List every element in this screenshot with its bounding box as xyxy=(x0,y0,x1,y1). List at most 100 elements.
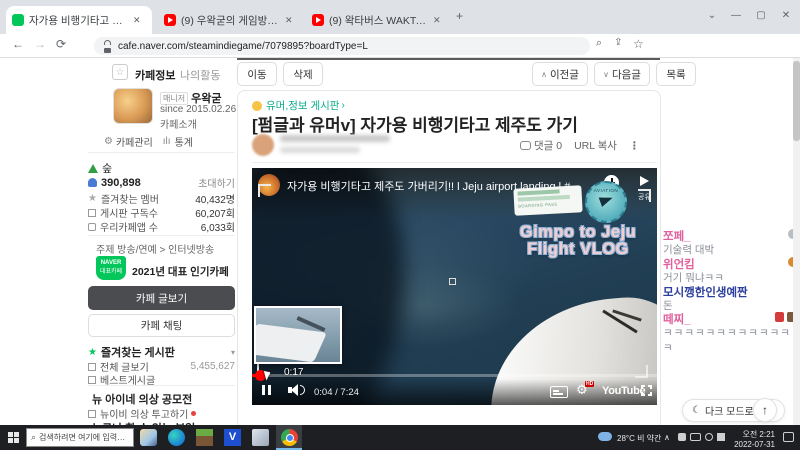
browser-address-bar: ← → ⟳ cafe.naver.com/steamindiegame/7079… xyxy=(0,34,800,88)
tray-ime-icon[interactable] xyxy=(717,433,725,441)
youtube-player[interactable]: 자가용 비행기타고 제주도 가버리기!! l Jeju airport land… xyxy=(252,168,657,405)
favorite-boards-header[interactable]: 즐겨찾는 게시판 xyxy=(101,344,175,360)
zoom-icon[interactable]: ⌕ xyxy=(596,37,602,50)
tab-search-icon[interactable]: ⌄ xyxy=(700,0,724,30)
scroll-to-top-button[interactable]: ↑ xyxy=(753,398,777,422)
new-badge xyxy=(191,411,197,416)
sidebar-tab-my-activity[interactable]: 나의활동 xyxy=(180,67,220,83)
back-icon[interactable]: ← xyxy=(12,37,24,51)
tray-keyboard-icon[interactable] xyxy=(690,433,701,441)
manager-badge: 매니저 xyxy=(160,91,189,105)
video-progress-track[interactable] xyxy=(252,374,657,377)
moon-icon: ☾ xyxy=(692,405,701,416)
chevron-down-icon: ∨ xyxy=(603,69,609,79)
tray-icon[interactable] xyxy=(705,433,713,441)
video-time: 0:04 / 7:24 xyxy=(314,387,359,398)
taskbar-weather[interactable]: 28°C 비 약간 xyxy=(617,433,661,444)
cafe-manage-link[interactable]: 카페관리 xyxy=(116,134,153,149)
invite-link[interactable]: 초대하기 xyxy=(198,175,235,190)
prev-post-button[interactable]: ∧ 이전글 xyxy=(532,62,588,86)
screen: 자가용 비행기타고 제주도 가기 ✕ (9) 우왁굳의 게임방송 - YouTu… xyxy=(0,0,800,450)
cafe-favorite-star-button[interactable]: ☆ xyxy=(112,64,128,80)
section-costume-contest[interactable]: 뉴 아이네 의상 공모전 xyxy=(92,391,192,407)
taskbar-search-box[interactable]: ⌕ 검색하려면 여기에 입력하십시오 xyxy=(26,428,134,447)
taskbar-wakmulwon-icon[interactable] xyxy=(140,429,157,446)
taskbar-folder-icon[interactable] xyxy=(252,429,269,446)
maximize-button[interactable]: ▢ xyxy=(749,0,773,30)
share-icon[interactable]: ⇪ xyxy=(614,37,622,48)
tab-title: (9) 우왁굳의 게임방송 - YouTub xyxy=(181,14,281,27)
tab-cafe[interactable]: 자가용 비행기타고 제주도 가기 ✕ xyxy=(6,6,152,34)
cafe-profile-image[interactable] xyxy=(113,88,153,124)
tab-close-icon[interactable]: ✕ xyxy=(433,15,441,26)
stat-value: 6,033회 xyxy=(200,223,235,234)
pause-icon[interactable] xyxy=(262,385,265,395)
chat-username: 모시깽한인생예짠 xyxy=(663,287,748,299)
taskbar-minecraft-icon[interactable] xyxy=(196,429,213,446)
divider xyxy=(88,385,235,386)
taskbar-chrome-icon[interactable] xyxy=(281,429,298,446)
chevron-down-icon[interactable]: ▾ xyxy=(231,348,235,357)
pause-icon[interactable] xyxy=(268,385,271,395)
chat-emote xyxy=(775,312,784,322)
start-button[interactable] xyxy=(8,432,19,443)
tab-youtube-1[interactable]: (9) 우왁굳의 게임방송 - YouTub ✕ xyxy=(158,6,300,34)
cafe-chat-button[interactable]: 카페 채팅 xyxy=(88,314,235,337)
next-post-button[interactable]: ∨ 다음글 xyxy=(594,62,650,86)
windows-taskbar: ⌕ 검색하려면 여기에 입력하십시오 V 28°C 비 약간 ∧ 오전 2:21… xyxy=(0,425,800,450)
board-emoji-icon xyxy=(252,100,262,111)
cafe-stats-link[interactable]: 통계 xyxy=(175,134,193,149)
seek-preview-thumbnail xyxy=(254,306,342,364)
cafe-grade: 숲 xyxy=(102,163,113,175)
share-arrow-icon[interactable] xyxy=(640,176,649,186)
taskbar-v-app-icon[interactable]: V xyxy=(224,429,241,446)
delete-post-button[interactable]: 삭제 xyxy=(283,62,323,86)
omnibox[interactable]: cafe.naver.com/steamindiegame/7079895?bo… xyxy=(94,37,590,55)
tab-title: (9) 왁타버스 WAKTAVERSE - Yo... xyxy=(329,14,429,27)
taskbar-edge-icon[interactable] xyxy=(168,429,185,446)
stat-label: 즐겨찾는 멤버 xyxy=(100,195,159,206)
tray-icon[interactable] xyxy=(678,433,686,441)
youtube-logo[interactable]: YouTube xyxy=(602,385,646,397)
tab-close-icon[interactable]: ✕ xyxy=(285,15,293,26)
aviation-stamp-badge: AVIATION xyxy=(585,181,627,223)
close-window-button[interactable]: ✕ xyxy=(774,0,798,30)
stats-icon: ılı xyxy=(162,136,171,147)
url-copy-button[interactable]: URL 복사 xyxy=(574,138,617,153)
reload-icon[interactable]: ⟳ xyxy=(56,37,66,51)
naver-cafe-favicon xyxy=(12,14,24,26)
badge-title: 2021년 대표 인기카페 xyxy=(132,266,229,278)
divider xyxy=(88,152,235,153)
naver-top-cafe-badge: NAVER 대표카페 xyxy=(96,256,126,280)
tab-close-icon[interactable]: ✕ xyxy=(133,15,141,26)
taskbar-clock[interactable]: 오전 2:21 2022-07-31 xyxy=(731,429,775,449)
move-post-button[interactable]: 이동 xyxy=(237,62,277,86)
new-tab-button[interactable]: + xyxy=(456,9,463,23)
gear-icon: ⚙ xyxy=(104,136,113,147)
board-icon xyxy=(88,208,96,217)
page-scrollbar-thumb[interactable] xyxy=(793,61,800,141)
view-posts-button[interactable]: 카페 글보기 xyxy=(88,286,235,310)
member-count: 390,898 xyxy=(101,176,141,189)
bookmark-star-icon[interactable]: ☆ xyxy=(633,37,644,51)
comment-bubble-icon xyxy=(520,141,531,150)
minimize-button[interactable]: — xyxy=(724,0,748,30)
more-options-icon[interactable]: ⋮ xyxy=(629,140,640,152)
menu-item-costume-submit[interactable]: 뉴이비 의상 투고하기 xyxy=(88,406,235,421)
tray-expand-icon[interactable]: ∧ xyxy=(664,433,670,442)
captions-icon[interactable] xyxy=(550,386,568,398)
tab-youtube-2[interactable]: (9) 왁타버스 WAKTAVERSE - Yo... ✕ xyxy=(306,6,448,34)
author-avatar[interactable] xyxy=(252,134,274,156)
sidebar-tab-cafe-info[interactable]: 카페정보 xyxy=(135,67,175,83)
search-icon: ⌕ xyxy=(31,432,37,442)
board-icon xyxy=(88,362,96,371)
viewfinder-corner xyxy=(638,189,651,202)
cafe-intro-link[interactable]: 카페소개 xyxy=(160,116,197,131)
comment-count[interactable]: 댓글 0 xyxy=(534,138,562,153)
fullscreen-icon[interactable] xyxy=(641,385,652,396)
forward-icon[interactable]: → xyxy=(34,37,46,51)
post-list-button[interactable]: 목록 xyxy=(656,62,696,86)
youtube-favicon xyxy=(312,14,324,26)
notification-center-icon[interactable] xyxy=(783,432,794,442)
stat-value: 40,432명 xyxy=(195,195,235,206)
